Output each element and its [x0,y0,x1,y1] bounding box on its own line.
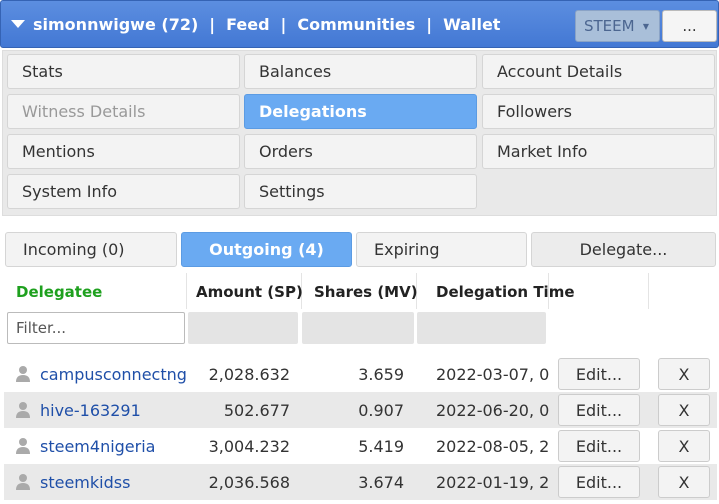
column-header-amount[interactable]: Amount (SP) [196,283,303,301]
amount-cell: 3,004.232 [208,437,290,456]
delegate-button[interactable]: Delegate... [531,232,716,267]
filter-placeholder-cell [188,312,298,344]
table-row: steem4nigeria 3,004.232 5.419 2022-08-05… [4,428,717,464]
nav-separator: | [209,14,216,34]
user-icon [16,402,30,418]
feed-link[interactable]: Feed [226,15,269,34]
menu-item-witness-details: Witness Details [7,94,240,129]
amount-cell: 2,036.568 [208,473,290,492]
filter-placeholder-cell [417,312,546,344]
delegation-time-cell: 2022-03-07, 00: [436,365,550,384]
shares-cell: 3.659 [358,365,404,384]
shares-cell: 0.907 [358,401,404,420]
table-row: hive-163291 502.677 0.907 2022-06-20, 07… [4,392,717,428]
menu-item-orders[interactable]: Orders [244,134,477,169]
delegation-time-cell: 2022-06-20, 07: [436,401,550,420]
menu-item-stats[interactable]: Stats [7,54,240,89]
menu-item-market-info[interactable]: Market Info [482,134,715,169]
column-divider [648,273,649,309]
remove-button[interactable]: X [658,466,710,498]
menu-item-mentions[interactable]: Mentions [7,134,240,169]
remove-button[interactable]: X [658,394,710,426]
menu-item-followers[interactable]: Followers [482,94,715,129]
delegation-time-cell: 2022-08-05, 21: [436,437,550,456]
delegatee-link[interactable]: hive-163291 [40,401,141,420]
filter-input[interactable] [7,312,185,344]
currency-select[interactable]: STEEM ▼ [575,10,660,42]
column-divider [186,273,187,309]
account-link[interactable]: simonnwigwe (72) [33,15,198,34]
edit-button[interactable]: Edit... [558,430,640,462]
filter-placeholder-cell [302,312,414,344]
table-row: steemkidss 2,036.568 3.674 2022-01-19, 2… [4,464,717,500]
edit-button[interactable]: Edit... [558,358,640,390]
user-icon [16,438,30,454]
top-nav-bar: simonnwigwe (72) | Feed | Communities | … [0,0,719,48]
wallet-link[interactable]: Wallet [443,15,500,34]
remove-button[interactable]: X [658,430,710,462]
column-header-delegation-time[interactable]: Delegation Time [436,283,575,301]
amount-cell: 502.677 [223,401,290,420]
tab-expiring[interactable]: Expiring [356,232,527,267]
remove-button[interactable]: X [658,358,710,390]
menu-item-system-info[interactable]: System Info [7,174,240,209]
menu-item-delegations[interactable]: Delegations [244,94,477,129]
delegatee-link[interactable]: steemkidss [40,473,130,492]
tab-incoming[interactable]: Incoming (0) [5,232,177,267]
tab-outgoing[interactable]: Outgoing (4) [181,232,352,267]
nav-separator: | [426,14,433,34]
table-row: campusconnectng 2,028.632 3.659 2022-03-… [4,356,717,392]
edit-button[interactable]: Edit... [558,466,640,498]
user-icon [16,474,30,490]
column-header-delegatee[interactable]: Delegatee [16,283,102,301]
amount-cell: 2,028.632 [208,365,290,384]
menu-item-account-details[interactable]: Account Details [482,54,715,89]
delegatee-link[interactable]: steem4nigeria [40,437,155,456]
shares-cell: 3.674 [358,473,404,492]
menu-item-balances[interactable]: Balances [244,54,477,89]
menu-item-settings[interactable]: Settings [244,174,477,209]
delegation-time-cell: 2022-01-19, 22: [436,473,550,492]
user-icon [16,366,30,382]
nav-separator: | [280,14,287,34]
communities-link[interactable]: Communities [297,15,415,34]
more-button[interactable]: ... [662,10,717,42]
delegatee-link[interactable]: campusconnectng [40,365,187,384]
column-header-shares[interactable]: Shares (MV) [314,283,418,301]
select-arrow-icon: ▼ [642,22,649,31]
shares-cell: 5.419 [358,437,404,456]
dropdown-caret-icon[interactable] [11,20,25,28]
edit-button[interactable]: Edit... [558,394,640,426]
currency-select-value: STEEM [584,17,635,35]
